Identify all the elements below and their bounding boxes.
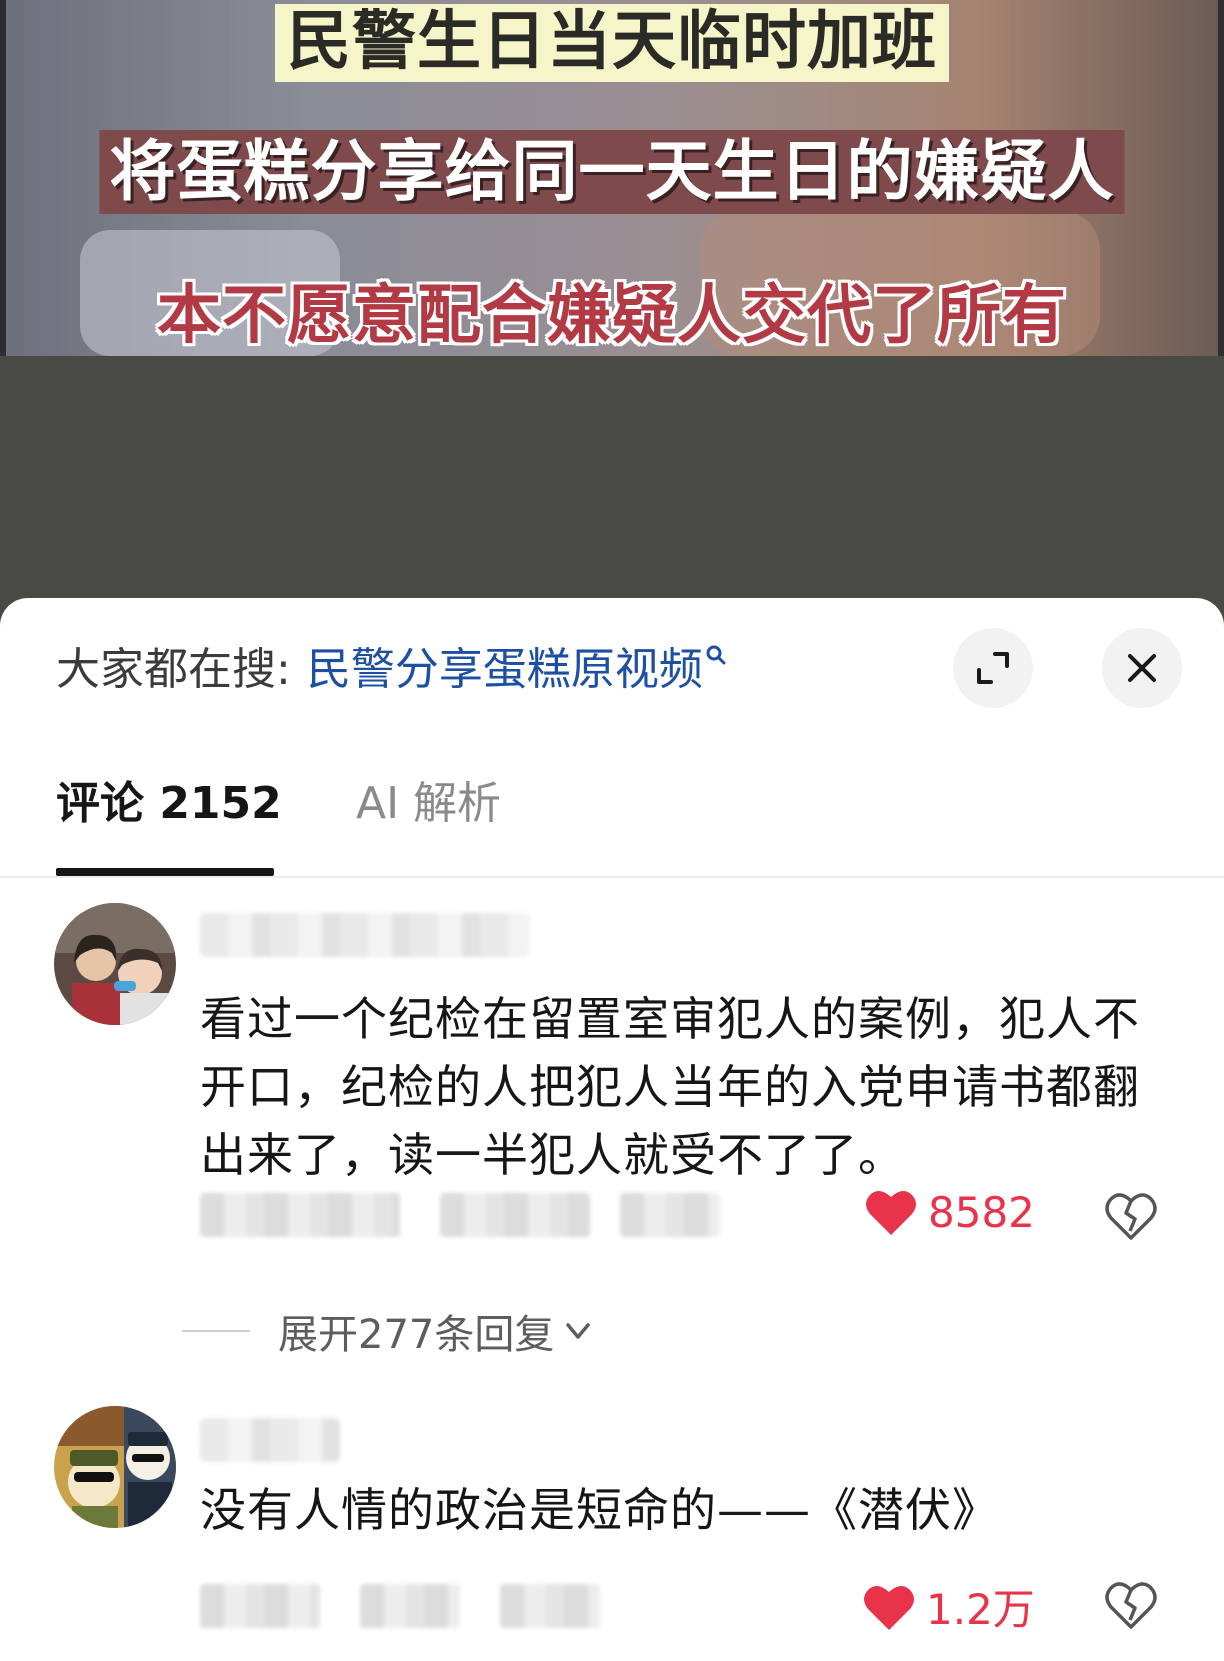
video-caption-line-1: 民警生日当天临时加班	[275, 4, 949, 82]
avatar[interactable]	[54, 903, 176, 1025]
reply-button[interactable]	[500, 1584, 600, 1628]
tab-comments[interactable]: 评论 2152	[56, 768, 282, 878]
expand-icon	[977, 652, 1009, 684]
video-edge-left	[0, 0, 6, 356]
trending-search[interactable]: 大家都在搜: 民警分享蛋糕原视频	[56, 640, 727, 700]
chevron-down-icon	[566, 1323, 591, 1339]
close-icon	[1128, 654, 1156, 682]
expand-replies-button[interactable]: 展开277条回复	[182, 1301, 596, 1361]
like-button[interactable]: 8582	[864, 1187, 1035, 1237]
broken-heart-icon	[1105, 1193, 1157, 1240]
comment-time	[200, 1584, 320, 1628]
video-edge-right	[1218, 0, 1224, 356]
heart-icon	[864, 1585, 914, 1630]
heart-icon	[866, 1190, 916, 1235]
dislike-button[interactable]	[1104, 1578, 1158, 1632]
video-caption-line-2: 将蛋糕分享给同一天生日的嫌疑人	[99, 130, 1125, 214]
video-caption-line-3: 本不愿意配合嫌疑人交代了所有	[157, 279, 1067, 353]
video-player[interactable]: 民警生日当天临时加班 将蛋糕分享给同一天生日的嫌疑人 本不愿意配合嫌疑人交代了所…	[0, 0, 1224, 356]
comment-time	[200, 1193, 400, 1237]
comment-text: 看过一个纪检在留置室审犯人的案例，犯人不开口，纪检的人把犯人当年的入党申请书都翻…	[200, 992, 1140, 1182]
trending-search-label: 大家都在搜:	[56, 644, 291, 695]
comment-sheet: 大家都在搜: 民警分享蛋糕原视频 评论 2152 AI 解析 看过一个纪检在留置…	[0, 598, 1224, 1661]
comment-text: 没有人情的政治是短命的——《潜伏》	[200, 1483, 999, 1537]
comment-location	[440, 1193, 590, 1237]
like-count: 1.2万	[926, 1585, 1035, 1634]
divider	[182, 1330, 250, 1332]
avatar[interactable]	[54, 1406, 176, 1528]
tab-ai-analysis[interactable]: AI 解析	[356, 768, 501, 878]
active-tab-indicator	[56, 868, 274, 876]
broken-heart-icon	[1105, 1582, 1157, 1629]
comment-location	[360, 1584, 460, 1628]
like-count: 8582	[928, 1187, 1035, 1237]
trending-search-link[interactable]: 民警分享蛋糕原视频	[307, 640, 703, 700]
dislike-button[interactable]	[1104, 1189, 1158, 1243]
close-button[interactable]	[1102, 628, 1182, 708]
username[interactable]	[200, 913, 530, 957]
tab-bar: 评论 2152 AI 解析	[0, 768, 1224, 878]
search-icon	[705, 644, 727, 674]
expand-button[interactable]	[953, 628, 1033, 708]
expand-replies-label: 展开277条回复	[278, 1312, 555, 1358]
reply-button[interactable]	[620, 1193, 720, 1237]
like-button[interactable]: 1.2万	[862, 1576, 1035, 1637]
username[interactable]	[200, 1418, 340, 1462]
